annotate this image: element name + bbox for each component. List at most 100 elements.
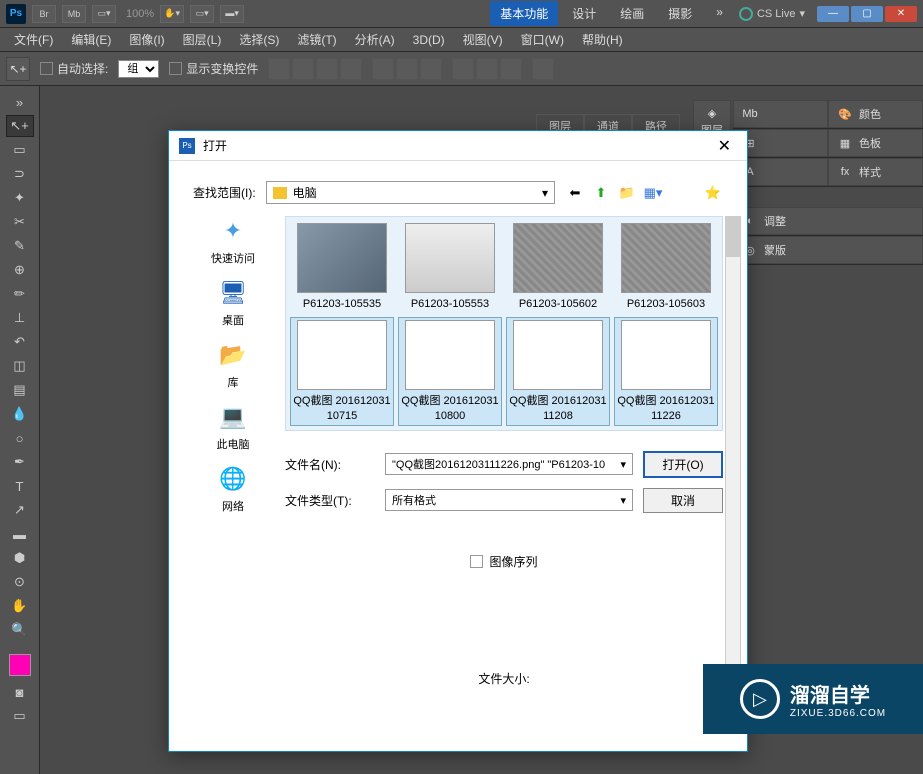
screen-mode-icon[interactable]: ▭ (6, 705, 34, 727)
screen-icon[interactable]: ▬▾ (220, 5, 244, 23)
minibridge-icon[interactable]: Mb (62, 5, 86, 23)
lasso-tool[interactable]: ⊃ (6, 163, 34, 185)
brush-tool[interactable]: ✏ (6, 283, 34, 305)
panel-styles[interactable]: fx样式 (828, 158, 923, 186)
back-icon[interactable]: ⬅ (565, 183, 585, 203)
panel-swatches[interactable]: ▦色板 (828, 129, 923, 157)
minimize-button[interactable]: — (817, 6, 849, 22)
marquee-tool[interactable]: ▭ (6, 139, 34, 161)
bridge-icon[interactable]: Br (32, 5, 56, 23)
auto-select-dropdown[interactable]: 组 (118, 60, 159, 78)
menu-analysis[interactable]: 分析(A) (347, 29, 403, 50)
history-brush-tool[interactable]: ↶ (6, 331, 34, 353)
file-item[interactable]: QQ截图 20161203110715 (290, 317, 394, 426)
align-icon[interactable] (316, 58, 338, 80)
workspace-tab-photography[interactable]: 摄影 (658, 1, 702, 26)
menu-file[interactable]: 文件(F) (6, 29, 61, 50)
cancel-button[interactable]: 取消 (643, 488, 723, 513)
menu-help[interactable]: 帮助(H) (574, 29, 631, 50)
file-item[interactable]: P61203-105603 (614, 221, 718, 313)
3d-tool[interactable]: ⬢ (6, 547, 34, 569)
distribute-icon[interactable] (476, 58, 498, 80)
collapse-icon[interactable]: » (6, 91, 34, 113)
workspace-tab-design[interactable]: 设计 (562, 1, 606, 26)
scrollbar[interactable] (725, 216, 741, 687)
place-desktop[interactable]: 🖥 桌面 (215, 278, 251, 328)
cs-live-button[interactable]: CS Live ▾ (739, 7, 805, 21)
image-sequence-checkbox[interactable]: 图像序列 (285, 553, 723, 570)
quick-mask-icon[interactable]: ◙ (6, 681, 34, 703)
eraser-tool[interactable]: ◫ (6, 355, 34, 377)
file-item[interactable]: P61203-105553 (398, 221, 502, 313)
stamp-tool[interactable]: ⊥ (6, 307, 34, 329)
panel-mb[interactable]: Mb (733, 100, 828, 128)
distribute-icon[interactable] (452, 58, 474, 80)
menu-window[interactable]: 窗口(W) (513, 29, 572, 50)
menu-edit[interactable]: 编辑(E) (63, 29, 119, 50)
new-folder-icon[interactable]: 📁 (617, 183, 637, 203)
zoom-tool[interactable]: 🔍 (6, 619, 34, 641)
panel-masks[interactable]: ◎蒙版 (733, 236, 923, 264)
type-tool[interactable]: T (6, 475, 34, 497)
star-icon[interactable]: ⭐ (703, 183, 723, 203)
zoom-dropdown[interactable]: 100% (126, 8, 154, 20)
panel-color[interactable]: 🎨颜色 (828, 100, 923, 128)
crop-tool[interactable]: ✂ (6, 211, 34, 233)
open-button[interactable]: 打开(O) (643, 451, 723, 478)
place-computer[interactable]: 💻 此电脑 (215, 402, 251, 452)
place-quick-access[interactable]: ✦ 快速访问 (211, 216, 255, 266)
place-network[interactable]: 🌐 网络 (215, 464, 251, 514)
shape-tool[interactable]: ▬ (6, 523, 34, 545)
menu-filter[interactable]: 滤镜(T) (289, 29, 344, 50)
filetype-dropdown[interactable]: 所有格式 ▾ (385, 489, 633, 511)
scroll-thumb[interactable] (726, 217, 740, 257)
3d-camera-tool[interactable]: ⊙ (6, 571, 34, 593)
hand-tool[interactable]: ✋ (6, 595, 34, 617)
menu-select[interactable]: 选择(S) (231, 29, 287, 50)
gradient-tool[interactable]: ▤ (6, 379, 34, 401)
distribute-icon[interactable] (420, 58, 442, 80)
move-tool-icon[interactable]: ↖+ (6, 57, 30, 81)
align-icon[interactable] (292, 58, 314, 80)
view-icon[interactable]: ▦▾ (643, 183, 663, 203)
hand-icon[interactable]: ✋▾ (160, 5, 184, 23)
file-item[interactable]: QQ截图 20161203111226 (614, 317, 718, 426)
panel-adjustments[interactable]: ◐调整 (733, 207, 923, 235)
menu-image[interactable]: 图像(I) (121, 29, 172, 50)
wand-tool[interactable]: ✦ (6, 187, 34, 209)
workspace-more[interactable]: » (706, 1, 733, 26)
dialog-close-button[interactable]: ✕ (712, 136, 737, 156)
maximize-button[interactable]: ▢ (851, 6, 883, 22)
workspace-tab-painting[interactable]: 绘画 (610, 1, 654, 26)
pen-tool[interactable]: ✒ (6, 451, 34, 473)
filename-input[interactable]: "QQ截图20161203111226.png" "P61203-10 ▾ (385, 453, 633, 475)
file-item[interactable]: QQ截图 20161203110800 (398, 317, 502, 426)
menu-3d[interactable]: 3D(D) (405, 31, 453, 49)
show-transform-checkbox[interactable]: 显示变换控件 (169, 60, 258, 77)
dodge-tool[interactable]: ○ (6, 427, 34, 449)
file-item[interactable]: P61203-105602 (506, 221, 610, 313)
menu-layer[interactable]: 图层(L) (175, 29, 230, 50)
option-icon[interactable] (532, 58, 554, 80)
eyedropper-tool[interactable]: ✎ (6, 235, 34, 257)
place-library[interactable]: 📂 库 (215, 340, 251, 390)
distribute-icon[interactable] (396, 58, 418, 80)
screen-mode-icon[interactable]: ▭▾ (92, 5, 116, 23)
auto-select-checkbox[interactable]: 自动选择: (40, 60, 108, 77)
distribute-icon[interactable] (500, 58, 522, 80)
distribute-icon[interactable] (372, 58, 394, 80)
file-item[interactable]: QQ截图 20161203111208 (506, 317, 610, 426)
align-icon[interactable] (340, 58, 362, 80)
move-tool[interactable]: ↖+ (6, 115, 34, 137)
workspace-tab-essentials[interactable]: 基本功能 (490, 1, 558, 26)
up-icon[interactable]: ⬆ (591, 183, 611, 203)
lookup-dropdown[interactable]: 电脑 ▾ (266, 181, 555, 204)
blur-tool[interactable]: 💧 (6, 403, 34, 425)
foreground-color[interactable] (9, 654, 31, 676)
healing-tool[interactable]: ⊕ (6, 259, 34, 281)
file-item[interactable]: P61203-105535 (290, 221, 394, 313)
arrange-icon[interactable]: ▭▾ (190, 5, 214, 23)
path-tool[interactable]: ↗ (6, 499, 34, 521)
menu-view[interactable]: 视图(V) (455, 29, 511, 50)
close-button[interactable]: ✕ (885, 6, 917, 22)
